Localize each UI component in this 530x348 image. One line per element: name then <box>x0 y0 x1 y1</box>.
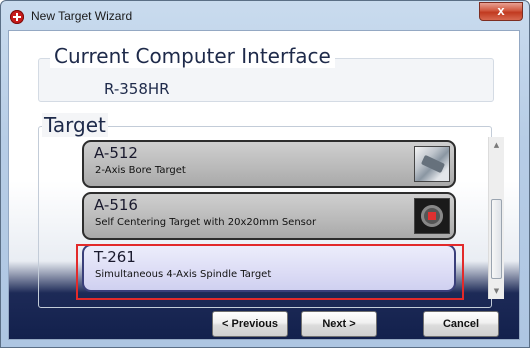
target-item-name: A-516 <box>94 196 138 214</box>
sensor-target-icon <box>414 198 450 234</box>
current-interface-value: R-358HR <box>104 80 170 98</box>
target-list-scrollbar[interactable]: ▲ ▼ <box>488 137 504 299</box>
window-title: New Target Wizard <box>31 9 133 23</box>
close-button[interactable]: x <box>479 2 523 21</box>
bore-target-icon <box>414 146 450 182</box>
target-heading: Target <box>42 113 108 137</box>
title-bar[interactable]: New Target Wizard x <box>1 1 529 31</box>
cancel-button[interactable]: Cancel <box>423 311 499 337</box>
target-item-description: Self Centering Target with 20x20mm Senso… <box>95 217 317 228</box>
scroll-up-arrow-icon[interactable]: ▲ <box>489 137 504 153</box>
next-button[interactable]: Next > <box>301 311 377 337</box>
current-interface-heading: Current Computer Interface <box>50 44 335 68</box>
target-item-name: A-512 <box>94 144 138 162</box>
target-item-description: 2-Axis Bore Target <box>95 165 186 176</box>
scroll-down-arrow-icon[interactable]: ▼ <box>489 283 504 299</box>
target-item-a512[interactable]: A-512 2-Axis Bore Target <box>82 140 456 188</box>
selection-highlight <box>76 244 464 300</box>
scroll-thumb[interactable] <box>491 199 502 279</box>
previous-button[interactable]: < Previous <box>212 311 288 337</box>
target-item-a516[interactable]: A-516 Self Centering Target with 20x20mm… <box>82 192 456 240</box>
app-logo-icon <box>10 10 24 24</box>
